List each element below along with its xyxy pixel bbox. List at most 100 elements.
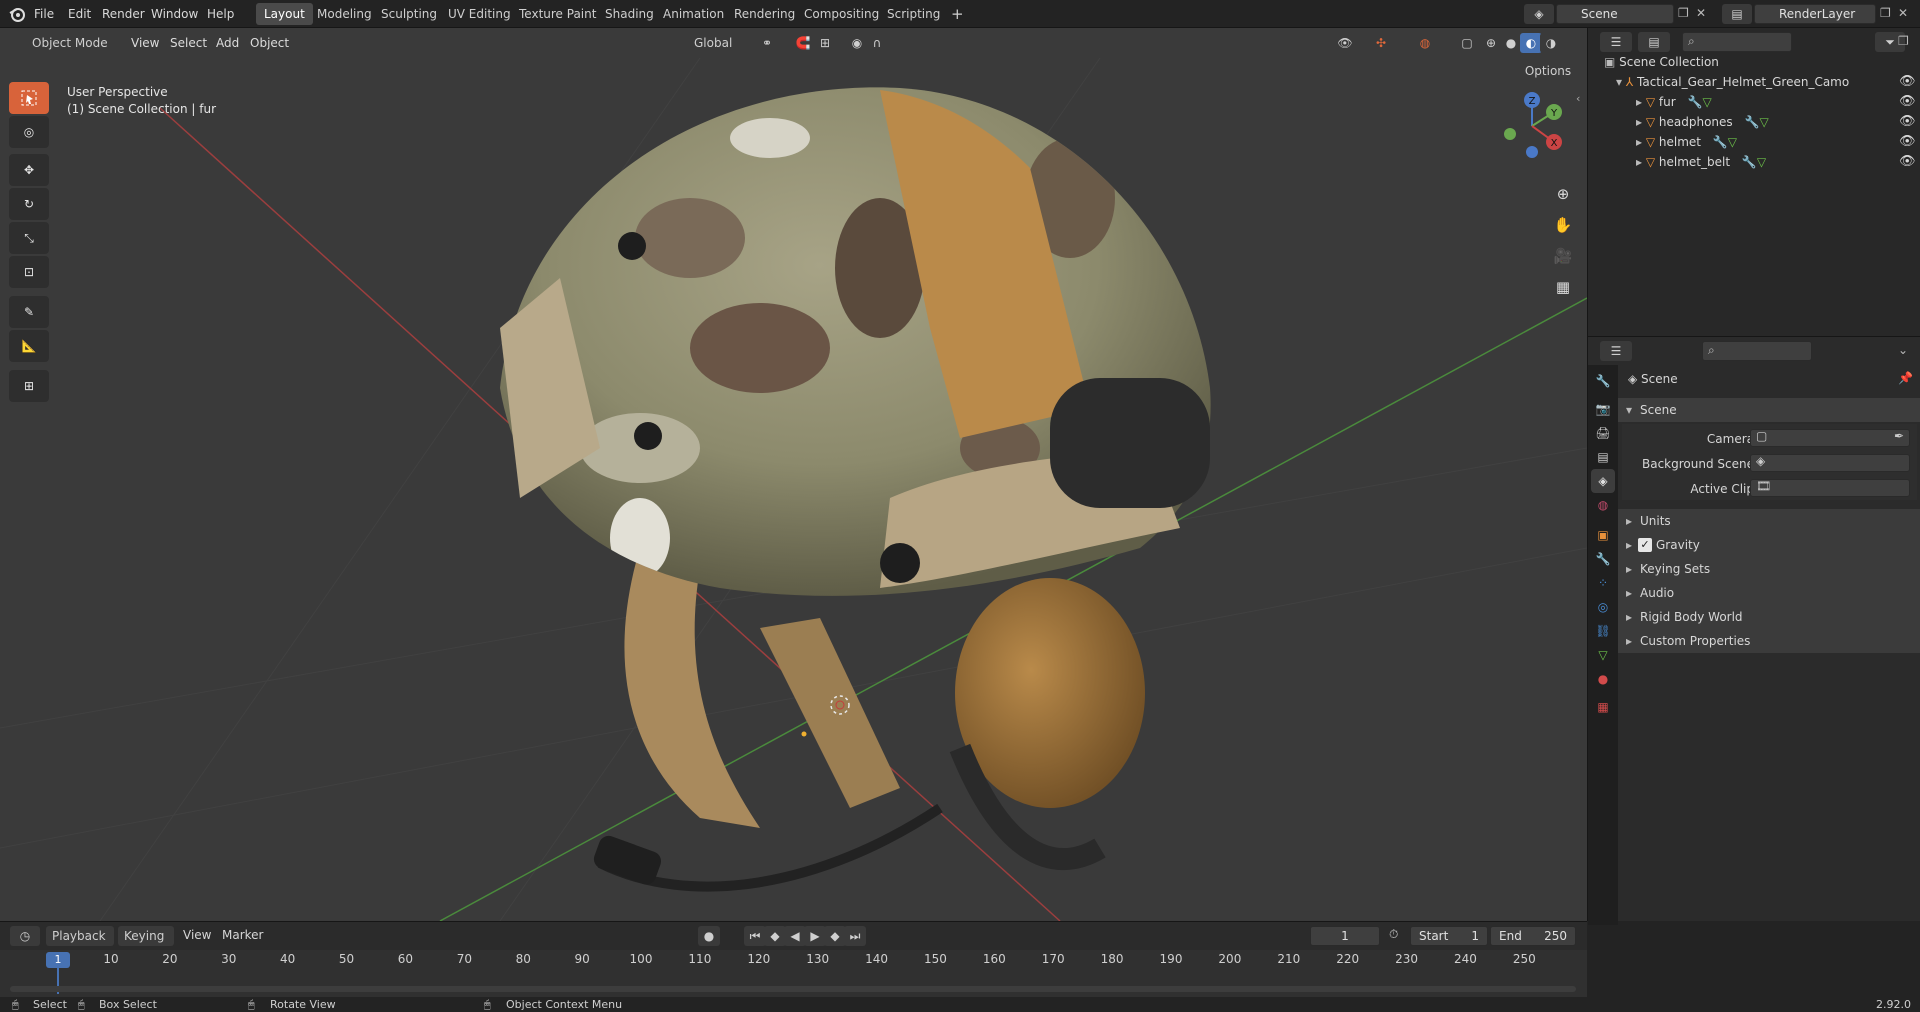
viewport-menu-select[interactable]: Select: [170, 33, 207, 53]
outliner-row-helmet-belt[interactable]: ▸ ▽ helmet_belt 🔧▽ 👁: [1588, 152, 1920, 172]
physics-tab-icon[interactable]: ◎: [1591, 595, 1615, 619]
jump-start-icon[interactable]: ⏮: [744, 926, 766, 946]
outliner-row-headphones[interactable]: ▸ ▽ headphones 🔧▽ 👁: [1588, 112, 1920, 132]
viewport-menu-object[interactable]: Object: [250, 33, 289, 53]
keying-menu[interactable]: Keying: [118, 926, 174, 946]
wireframe-shading-icon[interactable]: ⊕: [1480, 33, 1502, 53]
output-tab-icon[interactable]: 🖨: [1591, 421, 1615, 445]
menu-window[interactable]: Window: [151, 4, 198, 24]
menu-help[interactable]: Help: [207, 4, 234, 24]
editor-type-icon[interactable]: ☰: [1600, 32, 1632, 52]
overlay-toggle-icon[interactable]: ◍: [1410, 33, 1440, 53]
rotate-tool-button[interactable]: ↻: [9, 188, 49, 220]
display-mode-icon[interactable]: ▤: [1638, 32, 1670, 52]
chevron-down-icon[interactable]: ⌄: [1898, 343, 1908, 357]
gizmo-toggle-icon[interactable]: ✣: [1366, 33, 1396, 53]
object-tab-icon[interactable]: ▣: [1591, 523, 1615, 547]
eye-icon[interactable]: 👁: [1899, 112, 1916, 132]
data-tab-icon[interactable]: ▽: [1591, 643, 1615, 667]
tab-uv-editing[interactable]: UV Editing: [440, 3, 519, 25]
next-keyframe-icon[interactable]: ◆: [824, 926, 846, 946]
outliner-search-input[interactable]: [1682, 32, 1792, 52]
render-tab-icon[interactable]: 📷: [1591, 397, 1615, 421]
current-frame-field[interactable]: 1: [1310, 926, 1380, 946]
add-cube-tool-button[interactable]: ⊞: [9, 370, 49, 402]
rendered-shading-icon[interactable]: ◑: [1540, 33, 1562, 53]
3d-viewport[interactable]: Object Mode View Select Add Object Globa…: [0, 28, 1587, 921]
eye-icon[interactable]: 👁: [1899, 132, 1916, 152]
blender-logo-icon[interactable]: [8, 5, 26, 23]
tab-shading[interactable]: Shading: [597, 3, 662, 25]
outliner-row-scene-collection[interactable]: ▣ Scene Collection: [1588, 52, 1920, 72]
outliner-row-helmet[interactable]: ▸ ▽ helmet 🔧▽ 👁: [1588, 132, 1920, 152]
snap-target-icon[interactable]: ⊞: [810, 33, 840, 53]
tab-layout[interactable]: Layout: [256, 3, 313, 25]
mode-selector[interactable]: Object Mode: [10, 33, 118, 53]
menu-file[interactable]: File: [34, 4, 54, 24]
add-workspace-button[interactable]: +: [943, 3, 972, 25]
tab-rendering[interactable]: Rendering: [726, 3, 803, 25]
view-layer-selector-icon[interactable]: ▤: [1722, 4, 1752, 24]
record-icon[interactable]: ●: [698, 926, 720, 946]
prev-keyframe-icon[interactable]: ◆: [764, 926, 786, 946]
playback-menu[interactable]: Playback: [46, 926, 114, 946]
jump-end-icon[interactable]: ⏭: [844, 926, 866, 946]
delete-scene-icon[interactable]: ✕: [1696, 6, 1706, 20]
panel-header-gravity[interactable]: ▸ ✓ Gravity: [1618, 533, 1920, 557]
panel-header-scene[interactable]: ▾ Scene: [1618, 398, 1920, 422]
tool-tab-icon[interactable]: 🔧: [1591, 369, 1615, 393]
falloff-icon[interactable]: ∩: [866, 33, 888, 53]
start-frame-field[interactable]: Start 1: [1410, 926, 1488, 946]
tab-modeling[interactable]: Modeling: [309, 3, 380, 25]
play-reverse-icon[interactable]: ◀: [784, 926, 806, 946]
pin-icon[interactable]: 📌: [1898, 371, 1913, 385]
new-view-layer-icon[interactable]: ❐: [1880, 6, 1891, 20]
tab-compositing[interactable]: Compositing: [796, 3, 887, 25]
view-layer-field[interactable]: RenderLayer: [1754, 4, 1876, 24]
timeline-view-menu[interactable]: View: [183, 928, 211, 942]
viewport-menu-view[interactable]: View: [131, 33, 159, 53]
timeline-scrollbar[interactable]: [10, 986, 1576, 992]
material-tab-icon[interactable]: ●: [1591, 667, 1615, 691]
new-collection-icon[interactable]: ❐: [1898, 34, 1909, 48]
panel-header-rigid-body-world[interactable]: ▸ Rigid Body World: [1618, 605, 1920, 629]
expand-arrow-icon[interactable]: ▾: [1616, 75, 1626, 89]
eye-icon[interactable]: 👁: [1899, 72, 1916, 92]
expand-arrow-icon[interactable]: ▸: [1636, 95, 1646, 109]
sidebar-toggle-icon[interactable]: ‹: [1576, 92, 1580, 105]
end-frame-field[interactable]: End 250: [1490, 926, 1576, 946]
outliner-row-collection[interactable]: ▾ ⅄ Tactical_Gear_Helmet_Green_Camo 👁: [1588, 72, 1920, 92]
measure-tool-button[interactable]: 📐: [9, 330, 49, 362]
scene-selector-icon[interactable]: ◈: [1524, 4, 1554, 24]
annotate-tool-button[interactable]: ✎: [9, 296, 49, 328]
menu-edit[interactable]: Edit: [68, 4, 91, 24]
expand-arrow-icon[interactable]: ▸: [1636, 135, 1646, 149]
texture-tab-icon[interactable]: ▦: [1591, 695, 1615, 719]
ortho-grid-icon[interactable]: ▦: [1549, 273, 1577, 301]
stopwatch-icon[interactable]: ⏱: [1389, 927, 1398, 942]
delete-view-layer-icon[interactable]: ✕: [1898, 6, 1908, 20]
solid-shading-icon[interactable]: ●: [1500, 33, 1522, 53]
tab-sculpting[interactable]: Sculpting: [373, 3, 445, 25]
pan-hand-icon[interactable]: ✋: [1549, 211, 1577, 239]
eye-icon[interactable]: 👁: [1899, 92, 1916, 112]
timeline-marker-menu[interactable]: Marker: [222, 928, 263, 942]
outliner-row-fur[interactable]: ▸ ▽ fur 🔧▽ 👁: [1588, 92, 1920, 112]
editor-type-icon[interactable]: ☰: [1600, 341, 1632, 361]
constraints-tab-icon[interactable]: ⛓: [1591, 619, 1615, 643]
proportional-edit-icon[interactable]: ◉: [846, 33, 868, 53]
select-tool-button[interactable]: [9, 82, 49, 114]
view-layer-tab-icon[interactable]: ▤: [1591, 445, 1615, 469]
properties-search-input[interactable]: [1702, 341, 1812, 361]
camera-view-icon[interactable]: 🎥: [1549, 242, 1577, 270]
viewport-menu-add[interactable]: Add: [216, 33, 239, 53]
eye-icon[interactable]: 👁: [1899, 152, 1916, 172]
gravity-checkbox[interactable]: ✓: [1638, 538, 1652, 552]
panel-header-audio[interactable]: ▸ Audio: [1618, 581, 1920, 605]
play-icon[interactable]: ▶: [804, 926, 826, 946]
background-scene-field[interactable]: [1750, 454, 1910, 472]
menu-render[interactable]: Render: [102, 4, 145, 24]
transform-orientation[interactable]: Global: [668, 33, 746, 53]
eyedropper-icon[interactable]: ✒: [1894, 429, 1904, 443]
scene-name-field[interactable]: Scene: [1556, 4, 1674, 24]
